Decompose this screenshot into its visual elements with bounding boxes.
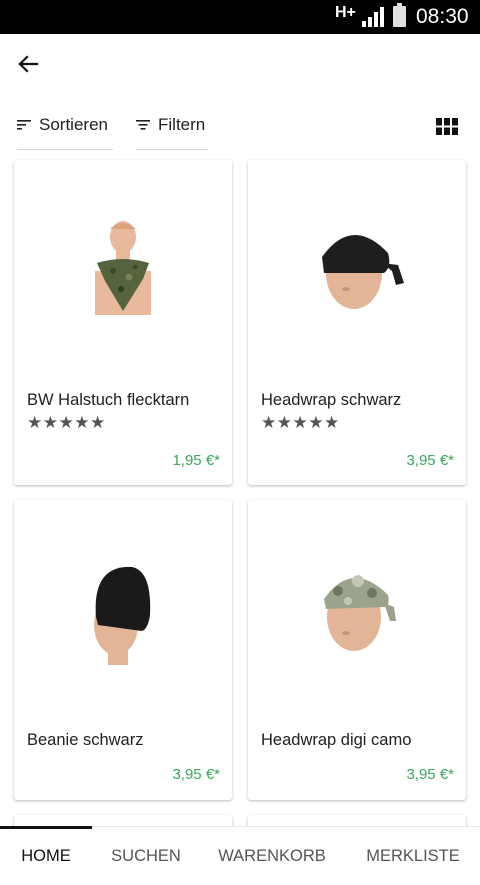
product-name: BW Halstuch flecktarn: [27, 391, 190, 409]
grid-view-icon: [436, 117, 458, 135]
filter-label: Filtern: [158, 114, 206, 134]
product-name: Headwrap digi camo: [261, 731, 412, 749]
sort-icon: [17, 119, 31, 130]
product-card[interactable]: BW Halstuch flecktarn ★★★★★ 1,95 €*: [14, 160, 232, 485]
sort-button[interactable]: Sortieren: [17, 100, 113, 150]
nav-cart[interactable]: WARENKORB: [208, 827, 336, 885]
back-button[interactable]: [10, 46, 46, 82]
arrow-left-icon: [18, 55, 39, 73]
product-price: 1,95 €*: [172, 452, 220, 469]
battery-icon: [393, 3, 406, 27]
rating-stars: ★★★★★: [261, 413, 340, 432]
product-image: [14, 160, 232, 380]
status-bar: H+ 08:30: [0, 0, 480, 34]
nav-home[interactable]: HOME: [0, 827, 92, 885]
network-type: H+: [335, 4, 356, 21]
product-name: Headwrap schwarz: [261, 391, 402, 409]
signal-icon: [362, 7, 386, 32]
filter-button[interactable]: Filtern: [136, 100, 208, 150]
product-card[interactable]: Beanie schwarz 3,95 €*: [14, 500, 232, 800]
product-image: [248, 160, 466, 380]
product-card[interactable]: Headwrap schwarz ★★★★★ 3,95 €*: [248, 160, 466, 485]
bottom-navigation: HOME SUCHEN WARENKORB MERKLISTE: [0, 826, 480, 885]
clock: 08:30: [416, 5, 469, 28]
sort-label: Sortieren: [39, 114, 108, 134]
listing-toolbar: Sortieren Filtern: [0, 100, 480, 150]
product-card[interactable]: Headwrap digi camo 3,95 €*: [248, 500, 466, 800]
nav-search[interactable]: SUCHEN: [100, 827, 192, 885]
product-price: 3,95 €*: [406, 452, 454, 469]
product-image: [248, 500, 466, 720]
filter-icon: [136, 119, 150, 130]
nav-wishlist[interactable]: MERKLISTE: [352, 827, 474, 885]
product-name: Beanie schwarz: [27, 731, 144, 749]
grid-view-button[interactable]: [434, 113, 460, 139]
product-image: [14, 500, 232, 720]
rating-stars: ★★★★★: [27, 413, 106, 432]
product-price: 3,95 €*: [172, 766, 220, 783]
app-bar: [0, 34, 480, 92]
product-price: 3,95 €*: [406, 766, 454, 783]
